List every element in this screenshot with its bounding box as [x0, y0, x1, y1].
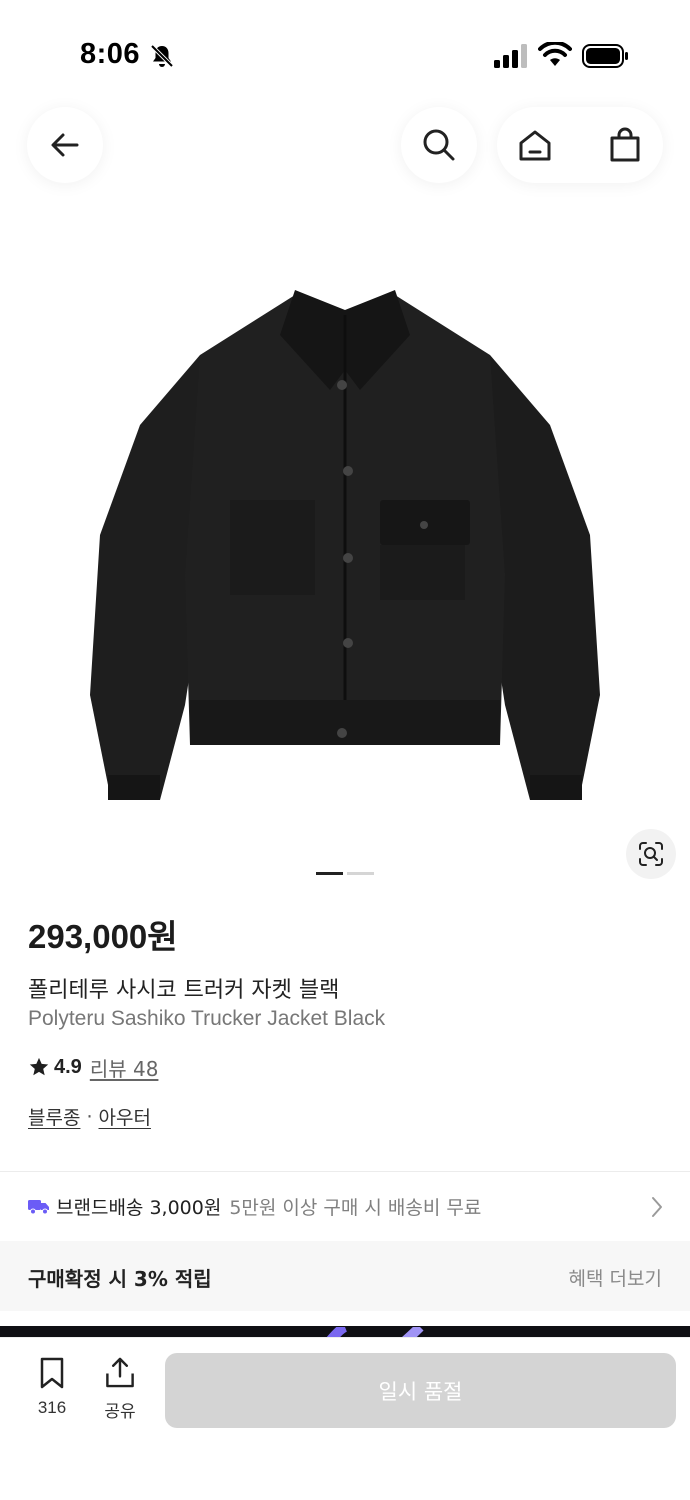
bookmark-icon — [40, 1357, 64, 1389]
carousel-indicator — [316, 872, 376, 876]
share-label: 공유 — [104, 1402, 136, 1421]
black-jacket-image[interactable] — [80, 275, 610, 815]
category-link-blouson[interactable]: 블루종 — [28, 1103, 80, 1130]
sold-out-button[interactable]: 일시 품절 — [165, 1353, 676, 1428]
carousel-dot — [347, 872, 374, 875]
signal-icon — [494, 44, 527, 68]
shipping-info-row[interactable]: 브랜드배송 3,000원 5만원 이상 구매 시 배송비 무료 — [0, 1172, 690, 1240]
bookmark-button[interactable]: 316 — [22, 1356, 82, 1422]
shipping-fee: 브랜드배송 3,000원 — [56, 1196, 222, 1219]
bookmark-count: 316 — [37, 1398, 67, 1417]
bell-slash-icon — [150, 44, 174, 68]
shopping-bag-icon — [610, 127, 640, 162]
status-bar: 8:06 — [0, 0, 690, 100]
truck-icon — [28, 1200, 49, 1215]
home-icon — [519, 130, 551, 161]
wifi-icon — [538, 42, 572, 66]
shipping-free-condition: 5만원 이상 구매 시 배송비 무료 — [229, 1196, 482, 1219]
rating-row: 4.9 리뷰 48 — [28, 1053, 158, 1081]
lens-scan-icon — [639, 842, 663, 866]
product-name-ko: 폴리테루 사시코 트러커 자켓 블랙 — [28, 978, 340, 1003]
benefit-more-link[interactable]: 혜택 더보기 — [569, 1264, 662, 1291]
category-breadcrumb: 블루종 · 아우터 — [28, 1103, 151, 1130]
category-link-outer[interactable]: 아우터 — [99, 1103, 151, 1130]
battery-icon — [582, 44, 628, 68]
benefit-band[interactable]: 구매확정 시 3% 적립 혜택 더보기 — [0, 1241, 690, 1311]
star-icon — [29, 1057, 49, 1076]
search-icon — [423, 129, 455, 161]
status-time: 8:06 — [80, 38, 141, 70]
carousel-dot-active — [316, 872, 343, 875]
back-arrow-icon — [51, 133, 79, 157]
bottom-action-bar: 316 공유 일시 품절 — [0, 1338, 690, 1500]
cart-button[interactable] — [587, 107, 663, 183]
review-link[interactable]: 리뷰 48 — [90, 1053, 159, 1082]
header-pill — [497, 107, 663, 183]
share-button[interactable]: 공유 — [92, 1356, 148, 1422]
rating-value: 4.9 — [54, 1055, 82, 1078]
product-price: 293,000원 — [28, 918, 178, 955]
chevron-right-icon — [652, 1197, 662, 1217]
category-separator: · — [86, 1105, 93, 1128]
image-search-button[interactable] — [626, 829, 676, 879]
back-button[interactable] — [27, 107, 103, 183]
benefit-title: 구매확정 시 3% 적립 — [28, 1267, 212, 1291]
search-button[interactable] — [401, 107, 477, 183]
home-button[interactable] — [497, 107, 573, 183]
share-icon — [106, 1357, 134, 1388]
product-name-en: Polyteru Sashiko Trucker Jacket Black — [28, 1007, 386, 1030]
